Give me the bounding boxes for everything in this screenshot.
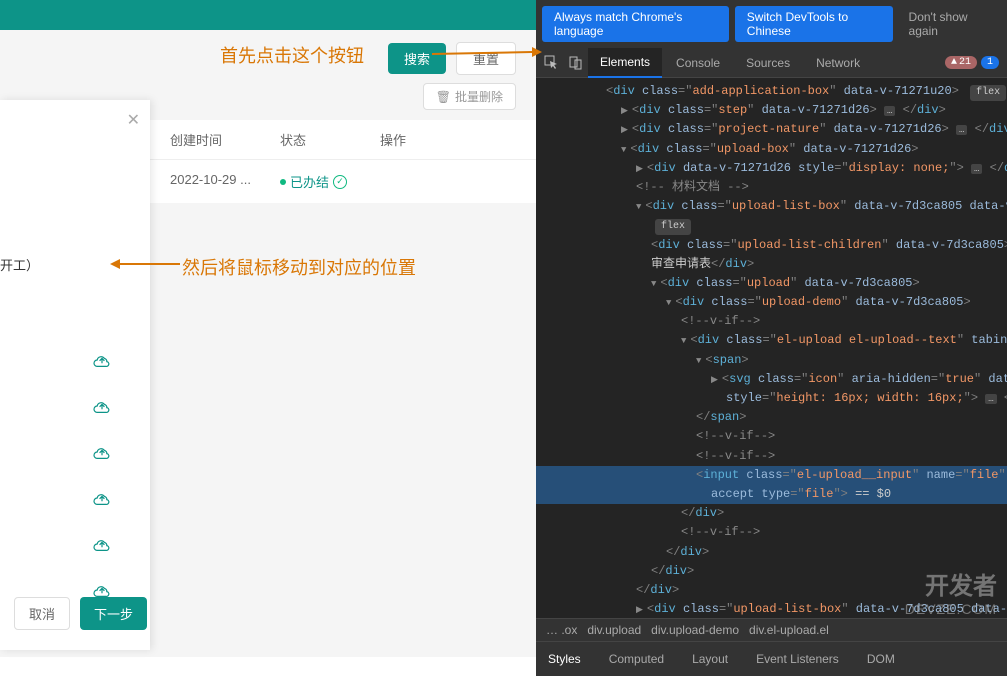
header-status: 状态	[280, 130, 380, 149]
tab-network[interactable]: Network	[804, 48, 872, 78]
error-count: 1	[987, 57, 993, 68]
status-badge: 已办结 ✓	[280, 172, 380, 191]
breadcrumb-item[interactable]: div.upload	[587, 623, 641, 637]
status-text: 已办结	[290, 172, 329, 191]
annotation-instruction-1: 首先点击这个按钮	[220, 42, 364, 68]
arrow-left-icon	[110, 256, 180, 272]
cloud-upload-icon[interactable]	[92, 352, 112, 368]
dont-show-button[interactable]: Don't show again	[899, 6, 1001, 42]
cloud-upload-icon[interactable]	[92, 536, 112, 552]
watermark-top: 开发者	[905, 566, 997, 601]
tab-dom[interactable]: DOM	[855, 648, 907, 670]
modal-footer: 取消 下一步	[14, 597, 147, 630]
app-header	[0, 0, 536, 30]
modal-label-kg: 开工）	[0, 255, 39, 274]
cloud-upload-icon[interactable]	[92, 490, 112, 506]
modal-close-button[interactable]: ✕	[127, 110, 140, 130]
upload-icon-list	[92, 352, 112, 598]
table-header: 创建时间 状态 操作	[150, 120, 536, 160]
annotation-instruction-2: 然后将鼠标移动到对应的位置	[182, 254, 416, 280]
devtools-pane: Always match Chrome's language Switch De…	[536, 0, 1007, 657]
content-area: 搜索 重置 🗑 批量删除 创建时间 状态 操作 2022-10-29 ...	[0, 30, 536, 657]
breadcrumb-prefix[interactable]: … .ox	[546, 623, 577, 637]
devtools-tabs: Elements Console Sources Network ▲ 21 1	[536, 48, 1007, 78]
tab-event-listeners[interactable]: Event Listeners	[744, 648, 851, 670]
upload-modal: ✕ 开工）	[0, 100, 150, 650]
match-language-button[interactable]: Always match Chrome's language	[542, 6, 729, 42]
tab-console[interactable]: Console	[664, 48, 732, 78]
cloud-upload-icon[interactable]	[92, 444, 112, 460]
header-action: 操作	[380, 130, 440, 149]
device-toggle-icon[interactable]	[564, 52, 586, 74]
status-dot-icon	[280, 179, 286, 185]
cell-action	[380, 172, 440, 191]
table-row: 2022-10-29 ... 已办结 ✓	[150, 160, 536, 204]
breadcrumb-item[interactable]: div.el-upload.el	[749, 623, 829, 637]
cell-time: 2022-10-29 ...	[170, 172, 280, 191]
warning-triangle-icon: ▲	[951, 57, 957, 68]
dom-tree[interactable]: <div class="add-application-box" data-v-…	[536, 78, 1007, 618]
breadcrumb-item[interactable]: div.upload-demo	[651, 623, 739, 637]
error-count-badge[interactable]: 1	[981, 56, 999, 69]
cloud-upload-icon[interactable]	[92, 582, 112, 598]
tab-computed[interactable]: Computed	[597, 648, 676, 670]
data-table: 创建时间 状态 操作 2022-10-29 ... 已办结 ✓	[150, 120, 536, 204]
trash-icon: 🗑	[436, 90, 451, 104]
check-circle-icon: ✓	[333, 175, 347, 189]
tab-elements[interactable]: Elements	[588, 48, 662, 78]
watermark-bottom: DEVZE.COM	[905, 601, 997, 617]
dom-breadcrumb: … .ox div.upload div.upload-demo div.el-…	[536, 618, 1007, 642]
web-page-pane: 搜索 重置 🗑 批量删除 创建时间 状态 操作 2022-10-29 ...	[0, 0, 536, 657]
cloud-upload-icon[interactable]	[92, 398, 112, 414]
tab-styles[interactable]: Styles	[536, 648, 593, 670]
tab-sources[interactable]: Sources	[734, 48, 802, 78]
next-button[interactable]: 下一步	[80, 597, 147, 630]
cell-status: 已办结 ✓	[280, 172, 380, 191]
watermark: 开发者 DEVZE.COM	[905, 566, 997, 617]
cancel-button[interactable]: 取消	[14, 597, 70, 630]
language-bar: Always match Chrome's language Switch De…	[536, 0, 1007, 48]
tab-layout[interactable]: Layout	[680, 648, 740, 670]
inspect-element-icon[interactable]	[540, 52, 562, 74]
warning-indicators: ▲ 21 1	[945, 56, 1007, 69]
batch-delete-label: 批量删除	[455, 88, 503, 105]
warning-count-badge[interactable]: ▲ 21	[945, 56, 977, 69]
switch-chinese-button[interactable]: Switch DevTools to Chinese	[735, 6, 893, 42]
header-time: 创建时间	[170, 130, 280, 149]
warning-count: 21	[959, 57, 971, 68]
batch-delete-button[interactable]: 🗑 批量删除	[423, 83, 516, 110]
selected-dom-element[interactable]: <input class="el-upload__input" name="fi…	[536, 466, 1007, 485]
styles-tabs: Styles Computed Layout Event Listeners D…	[536, 642, 1007, 676]
arrow-right-icon	[432, 46, 542, 62]
